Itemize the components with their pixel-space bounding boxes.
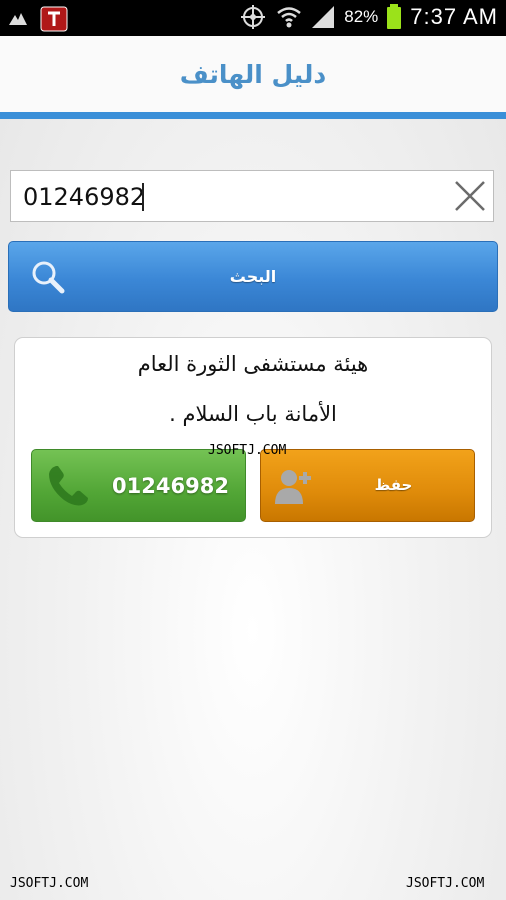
call-button-label: 01246982 — [112, 474, 229, 498]
call-button[interactable]: 01246982 — [31, 449, 246, 522]
battery-percent: 82% — [344, 7, 379, 26]
search-button[interactable]: البحث — [8, 241, 498, 312]
text-cursor — [142, 183, 144, 211]
battery-icon — [387, 4, 402, 29]
magnifier-icon — [32, 261, 65, 294]
clear-icon[interactable] — [453, 179, 487, 213]
save-contact-button[interactable]: حفظ — [260, 449, 475, 522]
signal-icon — [312, 6, 335, 28]
status-bar: 82% 7:37 AM — [0, 0, 506, 36]
header-accent-strip — [0, 112, 506, 119]
phone-icon — [49, 466, 88, 506]
watermark-text: JSOFTJ.COM — [208, 443, 287, 458]
add-contact-icon — [275, 470, 311, 504]
clock: 7:37 AM — [410, 4, 498, 29]
page-title: دليل الهاتف — [179, 59, 327, 89]
watermark-text: JSOFTJ.COM — [10, 876, 89, 891]
gps-icon — [241, 5, 266, 29]
app-icon-2 — [40, 6, 68, 32]
app-icon-1 — [9, 13, 27, 25]
wifi-icon — [277, 7, 302, 28]
system-icons: 82% 7:37 AM — [238, 4, 498, 30]
app-header: دليل الهاتف — [0, 36, 506, 113]
search-field[interactable] — [10, 170, 494, 223]
watermark-text: JSOFTJ.COM — [406, 876, 485, 891]
notification-icons — [6, 6, 68, 32]
result-card: هيئة مستشفى الثورة العام الأمانة باب الس… — [14, 337, 492, 538]
search-button-label: البحث — [229, 267, 277, 286]
result-address: الأمانة باب السلام . — [169, 402, 337, 426]
save-button-label: حفظ — [374, 476, 413, 494]
result-name: هيئة مستشفى الثورة العام — [137, 352, 369, 376]
search-input[interactable] — [21, 171, 425, 223]
